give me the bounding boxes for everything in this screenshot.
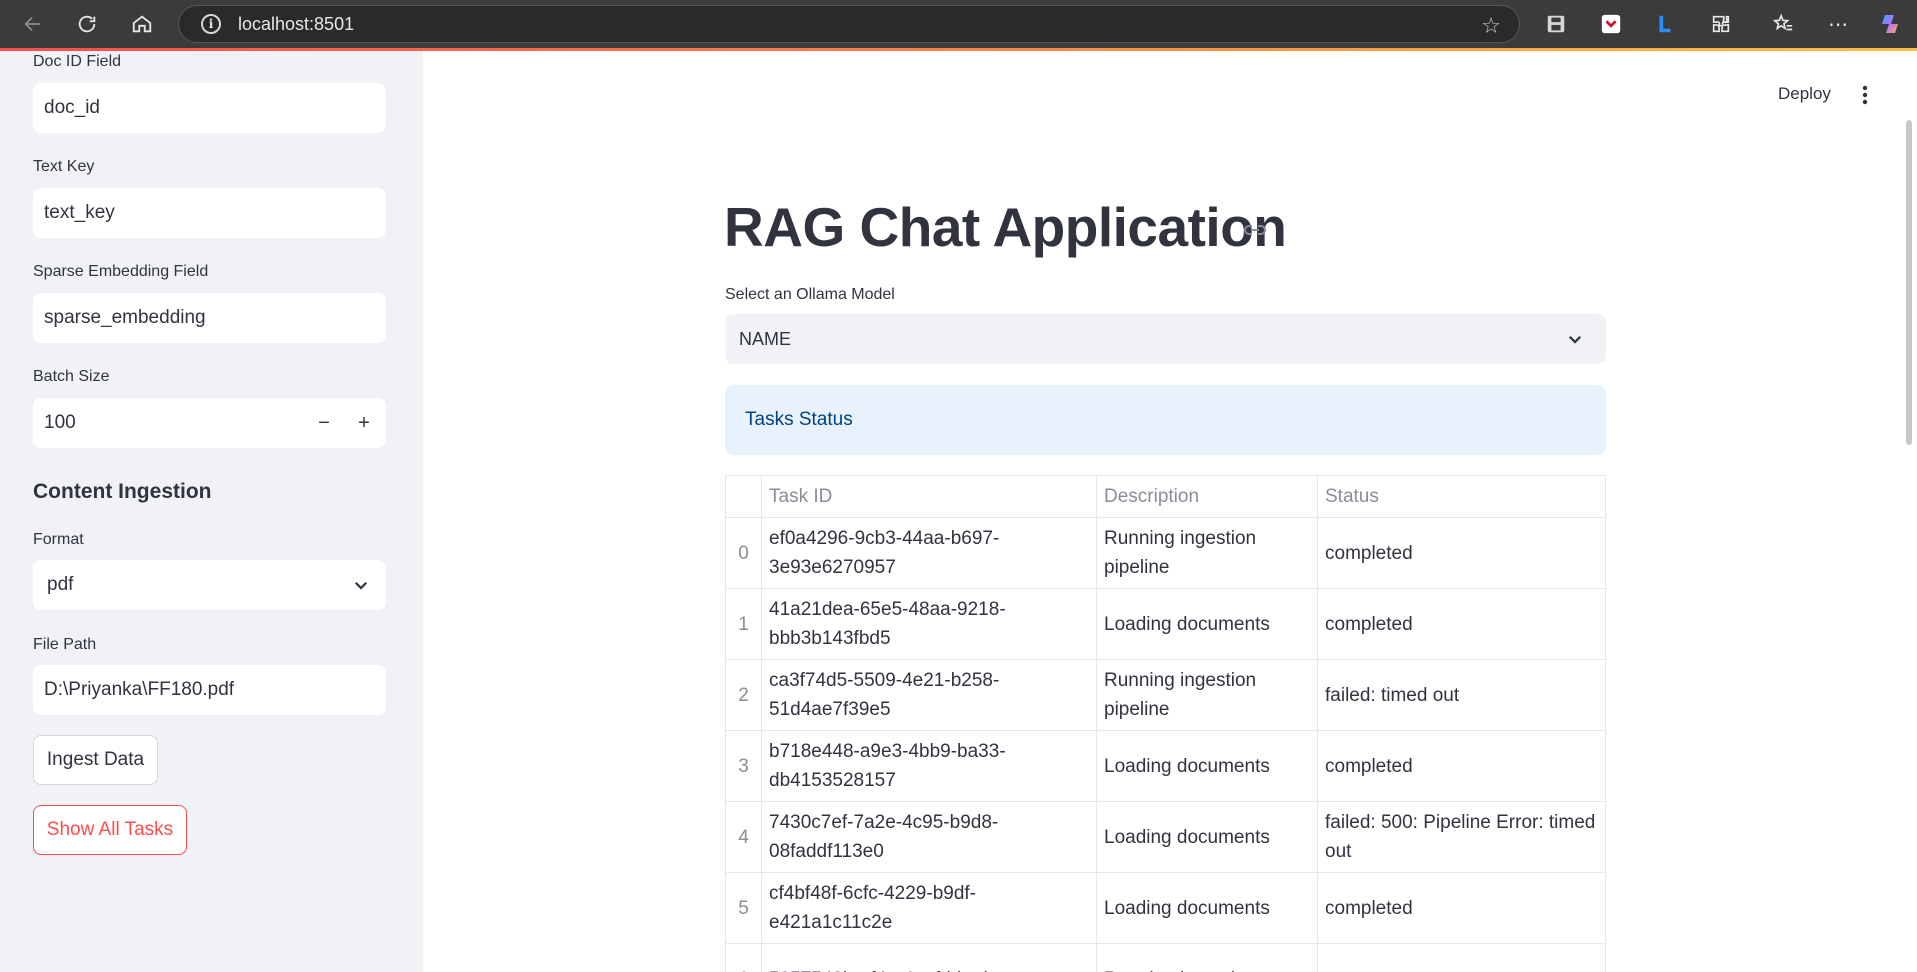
extensions-icon[interactable] bbox=[1707, 10, 1735, 38]
tasks-status-box: Tasks Status bbox=[725, 385, 1606, 455]
description-header[interactable]: Description bbox=[1096, 475, 1318, 518]
tasks-status-text: Tasks Status bbox=[745, 409, 853, 430]
content-ingestion-heading: Content Ingestion bbox=[33, 480, 212, 503]
model-select[interactable]: NAME bbox=[725, 314, 1606, 364]
reload-icon[interactable] bbox=[69, 6, 105, 42]
description-cell[interactable]: Loading documents bbox=[1096, 801, 1318, 873]
table-row[interactable]: 4 7430c7ef-7a2e-4c95-b9d8-08faddf113e0 L… bbox=[725, 801, 1606, 873]
batch-size-stepper[interactable]: 100 − + bbox=[33, 398, 386, 448]
pocket-extension-icon[interactable] bbox=[1597, 10, 1625, 38]
status-cell[interactable]: completed bbox=[1317, 872, 1606, 944]
url-text: localhost:8501 bbox=[238, 13, 355, 34]
row-index: 3 bbox=[725, 730, 762, 802]
status-header[interactable]: Status bbox=[1317, 475, 1606, 518]
task-id-cell[interactable]: 5357542b-af4a-4eef-bbcd- bbox=[761, 943, 1097, 972]
table-row[interactable]: 3 b718e448-a9e3-4bb9-ba33-db4153528157 L… bbox=[725, 730, 1606, 802]
row-index: 5 bbox=[725, 872, 762, 944]
task-id-cell[interactable]: 41a21dea-65e5-48aa-9218-bbb3b143fbd5 bbox=[761, 588, 1097, 660]
more-icon[interactable]: ⋯ bbox=[1824, 10, 1852, 38]
batch-size-label: Batch Size bbox=[33, 368, 110, 385]
text-key-input[interactable]: text_key bbox=[33, 188, 386, 238]
browser-toolbar: i localhost:8501 ☆ ⋯ bbox=[0, 0, 1917, 48]
row-index: 4 bbox=[725, 801, 762, 873]
batch-size-value: 100 bbox=[44, 412, 76, 433]
info-icon[interactable]: i bbox=[201, 14, 221, 34]
text-key-label: Text Key bbox=[33, 158, 95, 175]
increment-button[interactable]: + bbox=[354, 412, 374, 434]
table-row[interactable]: 2 ca3f74d5-5509-4e21-b258-51d4ae7f39e5 R… bbox=[725, 659, 1606, 731]
status-cell[interactable]: completed bbox=[1317, 517, 1606, 589]
model-select-label: Select an Ollama Model bbox=[725, 286, 895, 303]
table-row[interactable]: 0 ef0a4296-9cb3-44aa-b697-3e93e6270957 R… bbox=[725, 517, 1606, 589]
status-cell[interactable] bbox=[1317, 943, 1606, 972]
doc-id-input[interactable]: doc_id bbox=[33, 83, 386, 133]
row-index: 6 bbox=[725, 943, 762, 972]
sparse-embedding-label: Sparse Embedding Field bbox=[33, 263, 209, 280]
deploy-button[interactable]: Deploy bbox=[1778, 84, 1831, 104]
file-path-label: File Path bbox=[33, 636, 97, 653]
decrement-button[interactable]: − bbox=[314, 412, 334, 434]
link-icon[interactable] bbox=[1243, 220, 1267, 240]
format-select[interactable]: pdf bbox=[33, 560, 386, 610]
task-id-cell[interactable]: cf4bf48f-6cfc-4229-b9df-e421a1c11c2e bbox=[761, 872, 1097, 944]
description-cell[interactable]: Running ingestion pipeline bbox=[1096, 659, 1318, 731]
task-id-cell[interactable]: b718e448-a9e3-4bb9-ba33-db4153528157 bbox=[761, 730, 1097, 802]
back-icon[interactable] bbox=[15, 6, 51, 42]
tasks-table[interactable]: Task ID Description Status 0 ef0a4296-9c… bbox=[725, 475, 1606, 972]
home-icon[interactable] bbox=[124, 6, 160, 42]
row-index: 0 bbox=[725, 517, 762, 589]
row-index: 2 bbox=[725, 659, 762, 731]
sparse-embedding-input[interactable]: sparse_embedding bbox=[33, 293, 386, 343]
model-select-value: NAME bbox=[739, 328, 792, 349]
ingest-data-button[interactable]: Ingest Data bbox=[33, 735, 158, 785]
row-index: 1 bbox=[725, 588, 762, 660]
lens-extension-icon[interactable] bbox=[1651, 10, 1679, 38]
scrollbar[interactable] bbox=[1906, 120, 1912, 445]
description-cell[interactable]: Loading documents bbox=[1096, 588, 1318, 660]
status-cell[interactable]: completed bbox=[1317, 730, 1606, 802]
task-id-header[interactable]: Task ID bbox=[761, 475, 1097, 518]
description-cell[interactable]: Running ingestion pipeline bbox=[1096, 517, 1318, 589]
status-cell[interactable]: completed bbox=[1317, 588, 1606, 660]
status-cell[interactable]: failed: timed out bbox=[1317, 659, 1606, 731]
file-path-value: D:\Priyanka\FF180.pdf bbox=[44, 679, 235, 700]
task-id-cell[interactable]: ef0a4296-9cb3-44aa-b697-3e93e6270957 bbox=[761, 517, 1097, 589]
description-cell[interactable]: Running ingestion bbox=[1096, 943, 1318, 972]
address-bar[interactable]: i localhost:8501 ☆ bbox=[178, 5, 1520, 43]
table-row[interactable]: 6 5357542b-af4a-4eef-bbcd- Running inges… bbox=[725, 943, 1606, 972]
favorites-icon[interactable] bbox=[1769, 10, 1797, 38]
file-path-input[interactable]: D:\Priyanka\FF180.pdf bbox=[33, 665, 386, 715]
save-extension-icon[interactable] bbox=[1542, 10, 1570, 38]
format-label: Format bbox=[33, 531, 84, 548]
star-icon[interactable]: ☆ bbox=[1481, 13, 1501, 39]
table-header-row: Task ID Description Status bbox=[725, 475, 1606, 518]
task-id-cell[interactable]: ca3f74d5-5509-4e21-b258-51d4ae7f39e5 bbox=[761, 659, 1097, 731]
doc-id-value: doc_id bbox=[44, 97, 100, 118]
task-id-cell[interactable]: 7430c7ef-7a2e-4c95-b9d8-08faddf113e0 bbox=[761, 801, 1097, 873]
page-title: RAG Chat Application bbox=[724, 196, 1287, 258]
kebab-menu-icon[interactable] bbox=[1861, 84, 1869, 106]
format-value: pdf bbox=[47, 574, 74, 595]
chevron-down-icon bbox=[354, 581, 368, 590]
sparse-embedding-value: sparse_embedding bbox=[44, 307, 206, 328]
index-header bbox=[725, 475, 762, 518]
show-all-tasks-button[interactable]: Show All Tasks bbox=[33, 805, 187, 855]
chevron-down-icon bbox=[1568, 335, 1582, 344]
description-cell[interactable]: Loading documents bbox=[1096, 872, 1318, 944]
table-row[interactable]: 5 cf4bf48f-6cfc-4229-b9df-e421a1c11c2e L… bbox=[725, 872, 1606, 944]
status-cell[interactable]: failed: 500: Pipeline Error: timed out bbox=[1317, 801, 1606, 873]
copilot-icon[interactable] bbox=[1877, 10, 1905, 38]
description-cell[interactable]: Loading documents bbox=[1096, 730, 1318, 802]
doc-id-label: Doc ID Field bbox=[33, 53, 122, 70]
text-key-value: text_key bbox=[44, 202, 115, 223]
table-row[interactable]: 1 41a21dea-65e5-48aa-9218-bbb3b143fbd5 L… bbox=[725, 588, 1606, 660]
